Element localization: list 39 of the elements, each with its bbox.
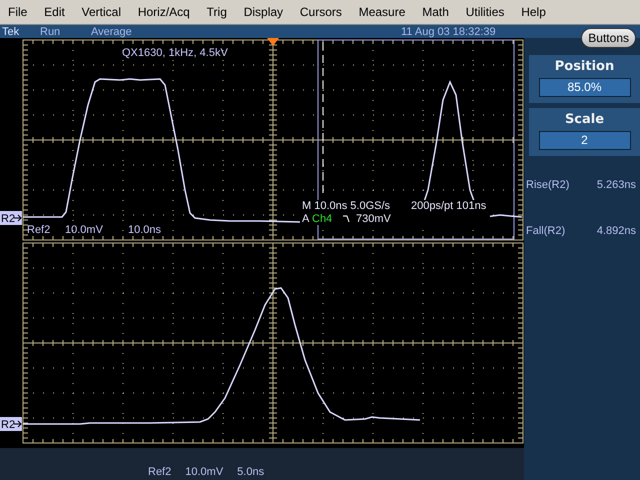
- menu-item[interactable]: Measure: [358, 5, 406, 19]
- timebase-readout: M 10.0ns 5.0GS/s: [302, 200, 390, 212]
- timebase-readout: 5.0ns: [237, 466, 264, 478]
- scale-readout: 10.0mV: [185, 466, 224, 478]
- trigger-label: A: [302, 213, 310, 225]
- trigger-threshold: 730mV: [356, 213, 391, 225]
- reference-marker[interactable]: R2: [0, 211, 22, 225]
- measurement-value: 4.892ns: [596, 225, 636, 237]
- menu-item[interactable]: File: [8, 5, 28, 19]
- timebase-readout: 10.0ns: [128, 224, 162, 236]
- menu-item[interactable]: Utilities: [466, 5, 504, 19]
- brand-label: Tek: [2, 26, 20, 38]
- menu-item[interactable]: Horiz/Acq: [138, 5, 190, 19]
- menu-item[interactable]: Display: [244, 5, 284, 19]
- run-state: Run: [40, 26, 62, 38]
- record-readout: 200ps/pt 101ns: [411, 200, 486, 212]
- value-field[interactable]: 2: [538, 131, 630, 150]
- channel-readout: Ref2: [148, 466, 172, 478]
- measurement-label: Rise(R2): [526, 179, 570, 191]
- plot-title: QX1630, 1kHz, 4.5kV: [122, 47, 228, 59]
- menu-item[interactable]: Vertical: [82, 5, 122, 19]
- menu-item[interactable]: Cursors: [300, 5, 342, 19]
- menu-item[interactable]: Edit: [44, 5, 65, 19]
- menu-item[interactable]: Help: [521, 5, 546, 19]
- reference-marker[interactable]: R2: [0, 417, 22, 431]
- rising-edge-icon: [342, 216, 350, 222]
- channel-readout: Ref2: [27, 224, 50, 236]
- menu-item[interactable]: Trig: [206, 5, 227, 19]
- date-time: 11 Aug 03 18:32:39: [401, 26, 496, 38]
- buttons-button[interactable]: Buttons: [581, 28, 636, 48]
- trigger-source: Ch4: [312, 213, 332, 225]
- scale-readout: 10.0mV: [65, 224, 103, 236]
- value-field[interactable]: 85.0%: [538, 78, 630, 97]
- measurement-value: 5.263ns: [596, 179, 636, 191]
- acquisition-mode: Average: [91, 26, 133, 38]
- menu-item[interactable]: Math: [422, 5, 449, 19]
- control-label: Position: [554, 59, 614, 74]
- measurement-label: Fall(R2): [526, 225, 566, 237]
- control-label: Scale: [564, 112, 604, 127]
